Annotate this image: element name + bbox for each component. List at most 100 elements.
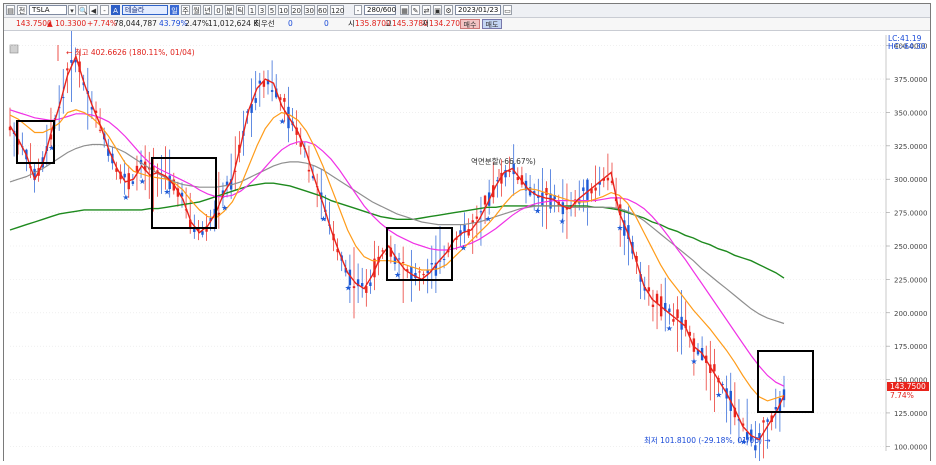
price-tag: 143.7500 (890, 382, 926, 391)
y-tick-label: 250.0000 (894, 243, 927, 251)
calendar-icon[interactable]: ▭ (503, 5, 512, 15)
candle-body (422, 273, 425, 276)
signal-star-icon: ★ (122, 193, 129, 202)
toolbar: ▤ 전 TSLA ▾ 🔍 ◀ - A 테슬라 일 주 월 년 0 분 틱 1 3… (4, 4, 930, 18)
amount-value: 11,012,624 K (208, 19, 259, 28)
speaker-icon[interactable]: ◀ (89, 5, 98, 15)
low-label: 저 (422, 19, 429, 28)
minute-3-button[interactable]: 3 (258, 5, 266, 15)
period-month-button[interactable]: 월 (192, 5, 201, 15)
y-tick-label: 350.0000 (894, 109, 927, 117)
period-minute-button[interactable]: 분 (225, 5, 234, 15)
y-tick-label: 100.0000 (894, 443, 927, 451)
chart-icon[interactable]: ▦ (400, 5, 409, 15)
stock-name[interactable]: 테슬라 (122, 5, 168, 15)
signal-star-icon: ★ (139, 177, 146, 186)
date-input[interactable]: 2023/01/23 (455, 5, 501, 15)
candle-body (254, 98, 257, 103)
signal-star-icon: ★ (163, 188, 170, 197)
sell-button[interactable]: 매도 (482, 19, 502, 29)
signal-star-icon: ★ (559, 217, 566, 226)
minute-5-button[interactable]: 5 (268, 5, 276, 15)
minus-icon[interactable]: - (100, 5, 109, 15)
period-zero-button[interactable]: 0 (214, 5, 223, 15)
count-input[interactable]: 280/600 (364, 5, 396, 15)
candle-body (713, 364, 716, 372)
volume-value: 78,044,787 (114, 19, 157, 28)
minute-10-button[interactable]: 10 (278, 5, 289, 15)
day-button[interactable]: 일 (170, 5, 179, 15)
candle-body (66, 68, 69, 71)
market-label[interactable]: A (111, 5, 120, 15)
period-year-button[interactable]: 년 (203, 5, 212, 15)
signal-star-icon: ★ (616, 224, 623, 233)
signal-star-icon: ★ (666, 324, 673, 333)
candle-body (98, 129, 102, 131)
candle-body (381, 250, 384, 252)
minute-120-button[interactable]: 120 (330, 5, 344, 15)
candle-body (762, 420, 765, 423)
save-icon[interactable]: ▣ (433, 5, 442, 15)
signal-star-icon: ★ (715, 391, 722, 400)
minute-30-button[interactable]: 30 (304, 5, 315, 15)
hc-label: HC:-64.30 (888, 42, 926, 51)
candle-body (131, 181, 135, 184)
trend-value-2: 0 (324, 19, 329, 28)
candle-body (401, 262, 405, 264)
open-label: 시 (348, 19, 355, 28)
period-tick-button[interactable]: 틱 (236, 5, 245, 15)
chart-area[interactable]: 400.0000 375.0000 350.0000 325.0000 300.0000… (4, 29, 930, 465)
candle-body (651, 304, 655, 307)
price-chart[interactable]: 400.0000375.0000350.0000325.0000300.0000… (4, 29, 930, 465)
signal-star-icon: ★ (534, 206, 541, 215)
price-change: ▲ 10.3300 (47, 19, 87, 28)
candle-body (545, 187, 548, 196)
symbol-input[interactable]: TSLA (29, 5, 67, 15)
candle-body (258, 80, 262, 84)
candle-body (418, 271, 421, 273)
period-week-button[interactable]: 주 (181, 5, 190, 15)
candle-body (754, 445, 757, 451)
candle-body (442, 259, 446, 261)
buy-button[interactable]: 매수 (460, 19, 480, 29)
volume-ratio: 43.79% (159, 19, 188, 28)
candle-body (475, 216, 479, 219)
chart-settings-icon[interactable] (9, 44, 19, 54)
prev-label[interactable]: 전 (17, 5, 27, 15)
tools-icon[interactable]: ✎ (411, 5, 420, 15)
low-annotation: 최저 101.8100 (-29.18%, 01/06) → (644, 435, 771, 445)
signal-star-icon: ★ (394, 270, 401, 279)
turnover-ratio: 2.47% (185, 19, 209, 28)
candle-body (283, 98, 286, 102)
trend-label: 최우선 (254, 19, 275, 28)
y-tick-label: 125.0000 (894, 410, 927, 418)
minute-20-button[interactable]: 20 (291, 5, 302, 15)
candle-body (676, 309, 679, 319)
candle-body (647, 287, 651, 292)
signal-star-icon: ★ (345, 284, 352, 293)
gear-icon[interactable]: ⚙ (444, 5, 453, 15)
minute-1-button[interactable]: 1 (248, 5, 256, 15)
price-tag-percent: 7.74% (890, 391, 914, 400)
candle-body (360, 283, 364, 287)
candle-body (299, 142, 302, 147)
candle-body (430, 263, 434, 265)
high-annotation: ← 최고 402.6626 (180.11%, 01/04) (66, 47, 195, 57)
minute-60-button[interactable]: 60 (317, 5, 328, 15)
link-icon[interactable]: ⇄ (422, 5, 431, 15)
change-percent: +7.74% (87, 19, 118, 28)
split-annotation: 역면분할(-66.67%) (471, 156, 536, 166)
signal-star-icon: ★ (460, 244, 467, 253)
candle-body (307, 169, 311, 172)
signal-star-icon: ★ (320, 214, 327, 223)
minus-count-button[interactable]: - (354, 5, 362, 15)
candle-body (561, 202, 565, 215)
signal-star-icon: ★ (221, 204, 228, 213)
signal-star-icon: ★ (690, 357, 697, 366)
candle-body (586, 179, 589, 200)
search-icon[interactable]: 🔍 (78, 5, 88, 15)
menu-icon[interactable]: ▤ (6, 5, 15, 15)
dropdown-icon[interactable]: ▾ (68, 5, 76, 15)
y-tick-label: 300.0000 (894, 176, 927, 184)
y-tick-label: 375.0000 (894, 76, 927, 84)
